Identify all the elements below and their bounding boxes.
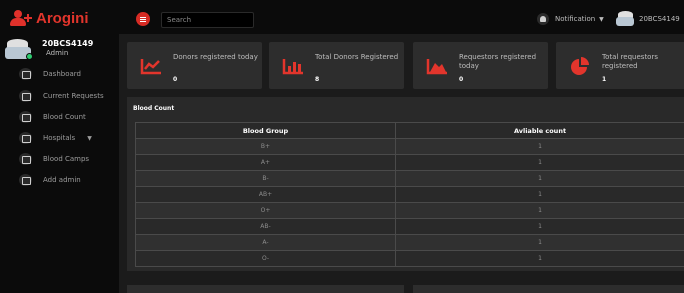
blood-count-panel: Blood Count Blood Group Avliable count B… bbox=[127, 97, 684, 271]
top-bar: Arogini Notification ▼ 20BCS4149 bbox=[0, 0, 684, 34]
sidebar-profile: 20BCS4149 Admin bbox=[5, 39, 115, 61]
table-row: AB- 1 bbox=[135, 218, 684, 235]
stat-label: Total requestors registered bbox=[602, 53, 658, 70]
stat-label: Requestors registered today bbox=[459, 53, 537, 70]
blood-count-table: Blood Group Avliable count B+ 1 A+ 1 B- bbox=[135, 122, 684, 267]
chevron-down-icon: ▼ bbox=[87, 134, 92, 142]
count-cell: 1 bbox=[395, 218, 684, 235]
stat-label: Donors registered today bbox=[173, 53, 258, 61]
stat-label: Total Donors Registered bbox=[315, 53, 399, 61]
bell-icon bbox=[537, 13, 549, 25]
dashboard-icon bbox=[19, 68, 32, 80]
blood-group-cell: A+ bbox=[135, 154, 396, 171]
online-status-icon bbox=[26, 53, 33, 60]
sidebar-item-label: Dashboard bbox=[43, 70, 81, 78]
table-row: AB+ 1 bbox=[135, 186, 684, 203]
stat-value: 0 bbox=[459, 76, 464, 83]
blood-group-cell: O+ bbox=[135, 202, 396, 219]
sidebar-item-current-requests[interactable]: Current Requests bbox=[5, 88, 117, 104]
sidebar-item-dashboard[interactable]: Dashboard bbox=[5, 66, 117, 82]
user-menu-label: 20BCS4149 bbox=[639, 14, 680, 23]
hospital-icon bbox=[19, 132, 32, 144]
stat-card-requestors-today: Requestors registered today 0 bbox=[413, 42, 548, 89]
count-cell: 1 bbox=[395, 202, 684, 219]
blood-group-cell: AB- bbox=[135, 218, 396, 235]
avatar bbox=[616, 11, 634, 26]
blood-group-cell: AB+ bbox=[135, 186, 396, 203]
sidebar-item-label: Current Requests bbox=[43, 92, 104, 100]
stat-value: 0 bbox=[173, 76, 178, 83]
blood-group-cell: B- bbox=[135, 170, 396, 187]
blood-group-cell: A- bbox=[135, 234, 396, 251]
stat-card-total-donors: Total Donors Registered 8 bbox=[269, 42, 404, 89]
profile-role: Admin bbox=[46, 49, 69, 57]
blood-group-cell: O- bbox=[135, 250, 396, 267]
bar-chart-icon bbox=[282, 59, 303, 75]
count-cell: 1 bbox=[395, 138, 684, 155]
panel-title: Blood Count bbox=[133, 105, 175, 112]
brand[interactable]: Arogini bbox=[10, 8, 89, 28]
notification-label: Notification bbox=[555, 15, 596, 23]
blood-count-table-wrapper: Blood Group Avliable count B+ 1 A+ 1 B- bbox=[135, 122, 684, 267]
pie-chart-icon bbox=[571, 57, 589, 75]
menu-toggle-button[interactable] bbox=[136, 12, 150, 26]
bottom-panel-right bbox=[413, 285, 684, 293]
sidebar: 20BCS4149 Admin Dashboard Current Reques… bbox=[0, 34, 119, 293]
column-header-available-count: Avliable count bbox=[395, 122, 684, 139]
sidebar-item-add-admin[interactable]: Add admin bbox=[5, 172, 117, 188]
hamburger-icon bbox=[140, 16, 146, 22]
main-content: Donors registered today 0 Total Donors R… bbox=[119, 34, 684, 293]
user-add-icon bbox=[19, 174, 32, 186]
sidebar-item-blood-count[interactable]: Blood Count bbox=[5, 109, 117, 125]
table-row: B+ 1 bbox=[135, 138, 684, 155]
count-cell: 1 bbox=[395, 234, 684, 251]
table-row: A- 1 bbox=[135, 234, 684, 251]
column-header-blood-group: Blood Group bbox=[135, 122, 396, 139]
sidebar-item-blood-camps[interactable]: Blood Camps bbox=[5, 151, 117, 167]
blood-group-cell: B+ bbox=[135, 138, 396, 155]
stat-card-total-requestors: Total requestors registered 1 bbox=[556, 42, 684, 89]
sidebar-item-label: Add admin bbox=[43, 176, 81, 184]
grid-icon bbox=[19, 111, 32, 123]
table-header-row: Blood Group Avliable count bbox=[135, 122, 684, 139]
table-row: B- 1 bbox=[135, 170, 684, 187]
table-row: A+ 1 bbox=[135, 154, 684, 171]
count-cell: 1 bbox=[395, 186, 684, 203]
sidebar-item-label: Blood Camps bbox=[43, 155, 90, 163]
avatar bbox=[5, 39, 33, 60]
sidebar-item-label: Hospitals bbox=[43, 134, 76, 142]
brand-title: Arogini bbox=[36, 9, 89, 27]
calendar-icon bbox=[19, 153, 32, 165]
profile-username: 20BCS4149 bbox=[42, 39, 94, 48]
chevron-down-icon: ▼ bbox=[599, 15, 604, 23]
count-cell: 1 bbox=[395, 154, 684, 171]
table-row: O+ 1 bbox=[135, 202, 684, 219]
table-row: O- 1 bbox=[135, 250, 684, 267]
monitor-icon bbox=[19, 90, 32, 102]
count-cell: 1 bbox=[395, 170, 684, 187]
sidebar-item-label: Blood Count bbox=[43, 113, 86, 121]
bottom-panel-left bbox=[127, 285, 404, 293]
stat-value: 8 bbox=[315, 76, 320, 83]
notification-menu[interactable]: Notification ▼ bbox=[537, 13, 604, 25]
search-input[interactable] bbox=[161, 12, 254, 28]
blood-donor-logo-icon bbox=[10, 10, 32, 26]
area-chart-icon bbox=[426, 59, 447, 75]
stat-card-donors-today: Donors registered today 0 bbox=[127, 42, 262, 89]
user-menu[interactable]: 20BCS4149 bbox=[616, 11, 680, 26]
line-chart-icon bbox=[140, 59, 161, 75]
sidebar-item-hospitals[interactable]: Hospitals ▼ bbox=[5, 130, 117, 146]
stat-value: 1 bbox=[602, 76, 607, 83]
count-cell: 1 bbox=[395, 250, 684, 267]
